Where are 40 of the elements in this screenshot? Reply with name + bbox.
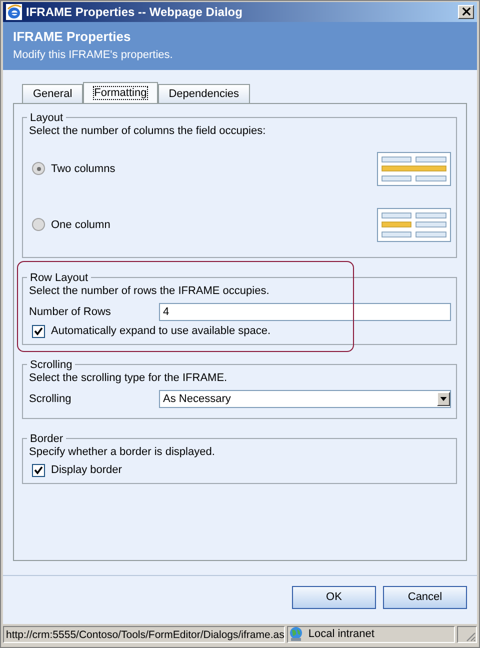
layout-preview-icon: [377, 152, 451, 186]
field-label: Number of Rows: [29, 306, 112, 318]
radio-label: One column: [51, 218, 112, 231]
group-description: Select the scrolling type for the IFRAME.: [29, 372, 228, 384]
group-description: Select the number of columns the field occupies:: [29, 124, 267, 137]
close-button[interactable]: [458, 4, 474, 19]
group-description: Select the number of rows the IFRAME occupies.: [29, 284, 270, 297]
dropdown-arrow-button[interactable]: [437, 392, 450, 406]
window-title: IFRAME Properties -- Webpage Dialog: [26, 4, 244, 19]
zone-label: Local intranet: [308, 628, 374, 640]
dialog-heading: IFRAME Properties: [13, 28, 132, 44]
browser-icon: [6, 4, 22, 20]
tab[interactable]: Formatting: [83, 82, 158, 103]
layout-preview-icon: [377, 208, 451, 242]
checkmark-icon: [34, 326, 43, 336]
globe-icon: [288, 626, 304, 642]
radio-button[interactable]: [32, 218, 45, 232]
checkmark-icon: [34, 466, 43, 475]
input-field[interactable]: 4: [159, 302, 451, 321]
group-legend: Layout: [27, 112, 66, 124]
cancel-button[interactable]: Cancel: [383, 586, 467, 609]
checkbox-label: Automatically expand to use available space.: [51, 325, 271, 338]
close-icon: [462, 7, 470, 16]
group-legend: Row Layout: [27, 272, 92, 284]
dialog-subtitle: Modify this IFRAME's properties.: [13, 48, 174, 61]
dropdown[interactable]: As Necessary: [159, 390, 451, 408]
tab[interactable]: Dependencies: [158, 84, 250, 103]
group-description: Specify whether a border is displayed.: [29, 446, 216, 458]
checkbox-label: Display border: [51, 464, 122, 476]
status-url: http://crm:5555/Contoso/Tools/FormEditor/Dialogs/iframe.as: [3, 626, 286, 643]
group-legend: Scrolling: [27, 358, 76, 371]
tab[interactable]: General: [22, 84, 84, 103]
caret-icon: [440, 396, 447, 401]
radio-label: Two columns: [51, 162, 116, 175]
checkbox[interactable]: [32, 464, 45, 477]
radio-button[interactable]: [32, 162, 45, 176]
ok-button[interactable]: OK: [292, 586, 376, 609]
field-label: Scrolling: [29, 392, 72, 405]
group-legend: Border: [27, 432, 66, 445]
checkbox[interactable]: [32, 324, 45, 338]
